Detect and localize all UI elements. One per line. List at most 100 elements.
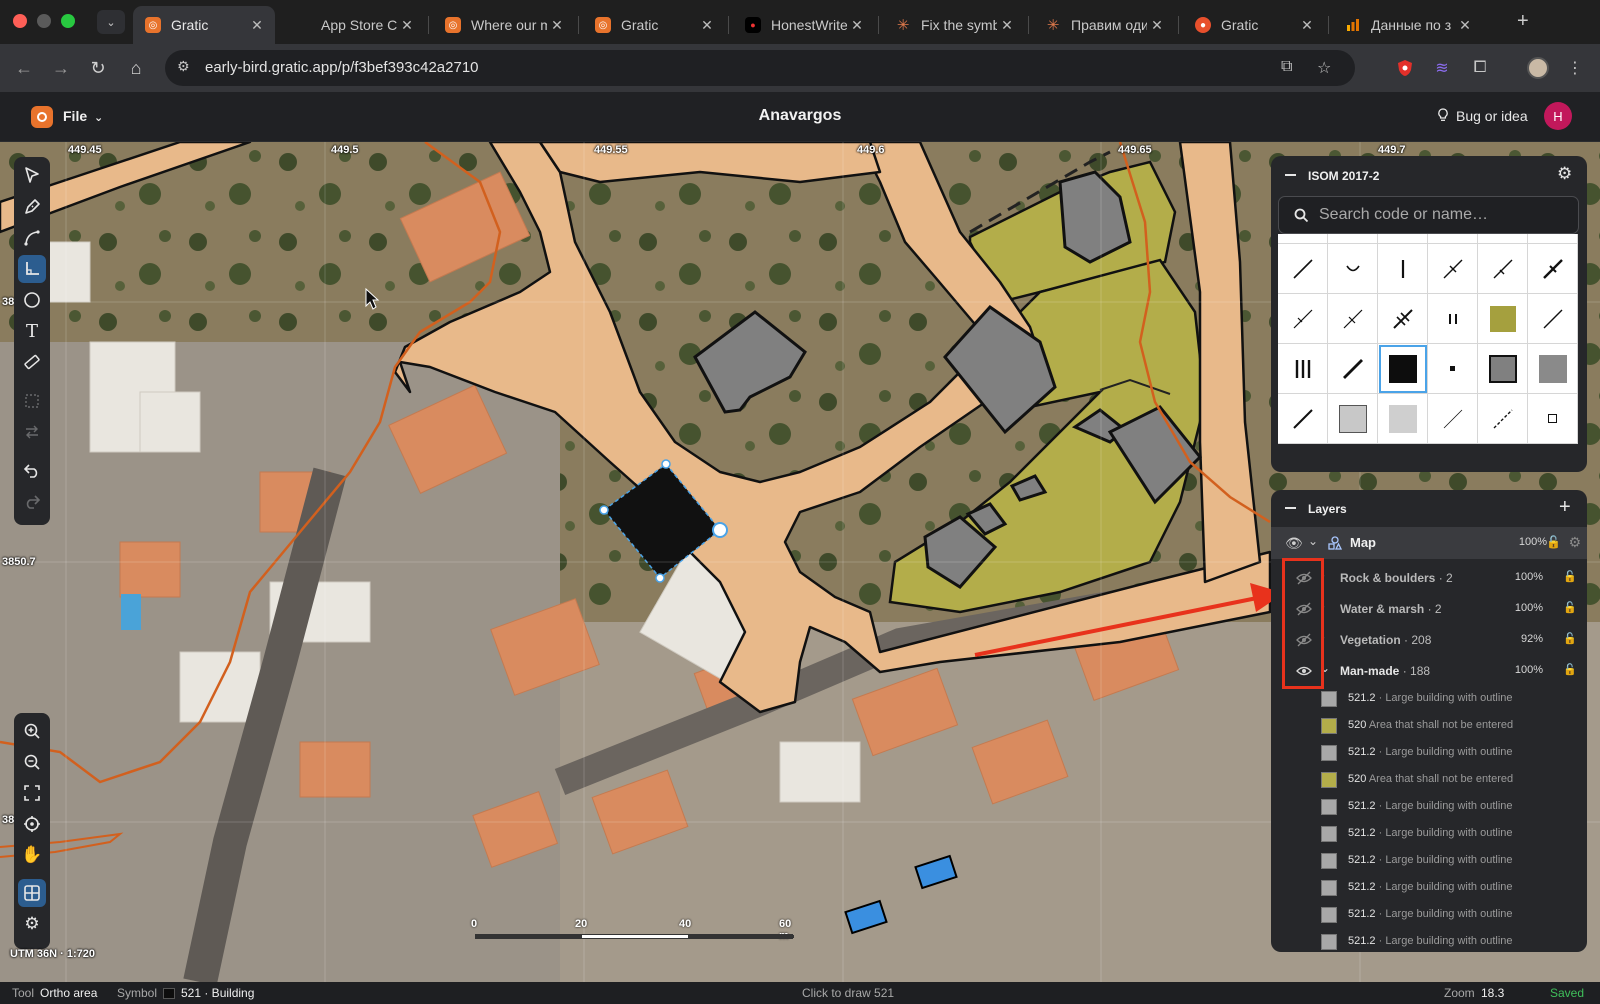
symbol-cell[interactable] — [1428, 344, 1478, 394]
zoom-out-button[interactable] — [18, 748, 46, 776]
close-icon[interactable]: ✕ — [997, 17, 1017, 34]
symbol-cell-selected[interactable] — [1378, 344, 1428, 394]
symbol-cell[interactable] — [1428, 394, 1478, 444]
symbol-cell[interactable] — [1278, 234, 1328, 244]
fit-view-button[interactable] — [18, 779, 46, 807]
symbol-cell[interactable] — [1478, 344, 1528, 394]
redo-button[interactable] — [18, 487, 46, 515]
symbol-cell[interactable] — [1328, 294, 1378, 344]
close-icon[interactable]: ✕ — [697, 17, 717, 34]
symbol-cell[interactable] — [1428, 294, 1478, 344]
close-window-button[interactable] — [13, 14, 27, 28]
layer-item[interactable]: 521.2 · Large building with outline — [1271, 820, 1587, 847]
minimize-window-button[interactable] — [37, 14, 51, 28]
tab-app-store[interactable]: App Store Co ✕ — [283, 6, 425, 44]
tab-honestwriter[interactable]: ● HonestWriter ✕ — [733, 6, 875, 44]
profile-avatar-icon[interactable] — [1526, 56, 1550, 80]
symbol-cell[interactable] — [1278, 394, 1328, 444]
gear-icon[interactable]: ⚙ — [1557, 164, 1572, 184]
lock-icon[interactable]: 🔓 — [1563, 663, 1577, 676]
tab-pravim[interactable]: ✳ Правим оди ✕ — [1033, 6, 1175, 44]
symbol-cell[interactable] — [1428, 234, 1478, 244]
translate-icon[interactable]: ⧉ — [1281, 58, 1292, 76]
settings-button[interactable]: ⚙ — [18, 910, 46, 938]
swap-tool-button[interactable] — [18, 418, 46, 446]
symbol-cell[interactable] — [1328, 394, 1378, 444]
symbol-cell[interactable] — [1528, 244, 1578, 294]
symbol-cell[interactable] — [1328, 344, 1378, 394]
undo-button[interactable] — [18, 456, 46, 484]
tab-gratic-2[interactable]: ◎ Gratic ✕ — [583, 6, 725, 44]
symbol-cell[interactable] — [1328, 234, 1378, 244]
close-icon[interactable]: ✕ — [1147, 17, 1167, 34]
collapse-icon[interactable] — [1285, 174, 1296, 176]
url-text[interactable]: early-bird.gratic.app/p/f3bef393c42a2710 — [205, 59, 479, 76]
reload-icon[interactable]: ↻ — [86, 56, 110, 80]
layer-item[interactable]: 521.2 · Large building with outline — [1271, 739, 1587, 766]
symbol-cell[interactable] — [1378, 244, 1428, 294]
zoom-in-button[interactable] — [18, 717, 46, 745]
locate-button[interactable] — [18, 810, 46, 838]
symbol-search-input[interactable] — [1319, 206, 1569, 224]
symbol-cell[interactable] — [1528, 294, 1578, 344]
extension-wave-icon[interactable]: ≋ — [1430, 56, 1454, 80]
extension-shield-icon[interactable] — [1393, 56, 1417, 80]
symbol-cell[interactable] — [1478, 244, 1528, 294]
lock-icon[interactable]: 🔓 — [1563, 632, 1577, 645]
lock-icon[interactable]: 🔓 — [1546, 535, 1561, 549]
text-tool-button[interactable]: T — [18, 317, 46, 345]
symbol-cell[interactable] — [1478, 294, 1528, 344]
lock-icon[interactable]: 🔓 — [1563, 570, 1577, 583]
address-bar[interactable]: ⚙ early-bird.gratic.app/p/f3bef393c42a27… — [165, 50, 1355, 86]
tab-gratic-3[interactable]: ● Gratic ✕ — [1183, 6, 1325, 44]
layer-opacity[interactable]: 100% — [1515, 602, 1543, 614]
tab-dannye[interactable]: Данные по з ✕ — [1333, 6, 1483, 44]
symbol-search[interactable] — [1278, 196, 1579, 234]
symbol-cell[interactable] — [1528, 344, 1578, 394]
layer-item[interactable]: 520 Area that shall not be entered — [1271, 712, 1587, 739]
forward-icon[interactable]: → — [49, 56, 73, 80]
select-tool-button[interactable] — [18, 161, 46, 189]
layer-opacity[interactable]: 100% — [1515, 571, 1543, 583]
grid-toggle-button[interactable] — [18, 879, 46, 907]
layer-opacity[interactable]: 92% — [1521, 633, 1543, 645]
close-icon[interactable]: ✕ — [397, 17, 417, 34]
measure-tool-button[interactable] — [18, 348, 46, 376]
layer-item[interactable]: 520 Area that shall not be entered — [1271, 766, 1587, 793]
symbol-cell[interactable] — [1278, 294, 1328, 344]
back-icon[interactable]: ← — [12, 56, 36, 80]
user-avatar[interactable]: H — [1544, 102, 1572, 130]
close-icon[interactable]: ✕ — [547, 17, 567, 34]
layer-item[interactable]: 521.2 · Large building with outline — [1271, 685, 1587, 712]
tab-gratic-active[interactable]: ◎ Gratic ✕ — [133, 6, 275, 44]
extensions-puzzle-icon[interactable]: ⧠ — [1468, 56, 1492, 80]
layer-item[interactable]: 521.2 · Large building with outline — [1271, 874, 1587, 901]
maximize-window-button[interactable] — [61, 14, 75, 28]
layer-item[interactable]: 521.2 · Large building with outline — [1271, 928, 1587, 952]
close-icon[interactable]: ✕ — [847, 17, 867, 34]
symbol-cell[interactable] — [1428, 244, 1478, 294]
ortho-area-tool-button[interactable] — [18, 255, 46, 283]
symbol-cell[interactable] — [1278, 244, 1328, 294]
layer-item[interactable]: 521.2 · Large building with outline — [1271, 847, 1587, 874]
symbol-cell[interactable] — [1278, 344, 1328, 394]
gear-icon[interactable]: ⚙ — [1568, 534, 1581, 551]
browser-menu-icon[interactable]: ⋮ — [1563, 56, 1587, 80]
add-layer-button[interactable]: + — [1559, 496, 1571, 519]
close-icon[interactable]: ✕ — [247, 17, 267, 34]
pan-button[interactable]: ✋ — [18, 841, 46, 869]
symbol-cell[interactable] — [1378, 394, 1428, 444]
bug-or-idea-button[interactable]: Bug or idea — [1456, 108, 1528, 124]
close-icon[interactable]: ✕ — [1297, 17, 1317, 34]
pen-tool-button[interactable] — [18, 193, 46, 221]
lasso-tool-button[interactable] — [18, 387, 46, 415]
curve-tool-button[interactable] — [18, 224, 46, 252]
home-icon[interactable]: ⌂ — [124, 56, 148, 80]
lock-icon[interactable]: 🔓 — [1563, 601, 1577, 614]
symbol-cell[interactable] — [1328, 244, 1378, 294]
bookmark-star-icon[interactable]: ☆ — [1317, 58, 1331, 78]
collapse-icon[interactable] — [1285, 507, 1296, 509]
tab-fix-the-symb[interactable]: ✳ Fix the symb ✕ — [883, 6, 1025, 44]
tab-where-our[interactable]: ◎ Where our m ✕ — [433, 6, 575, 44]
layer-opacity[interactable]: 100% — [1515, 664, 1543, 676]
